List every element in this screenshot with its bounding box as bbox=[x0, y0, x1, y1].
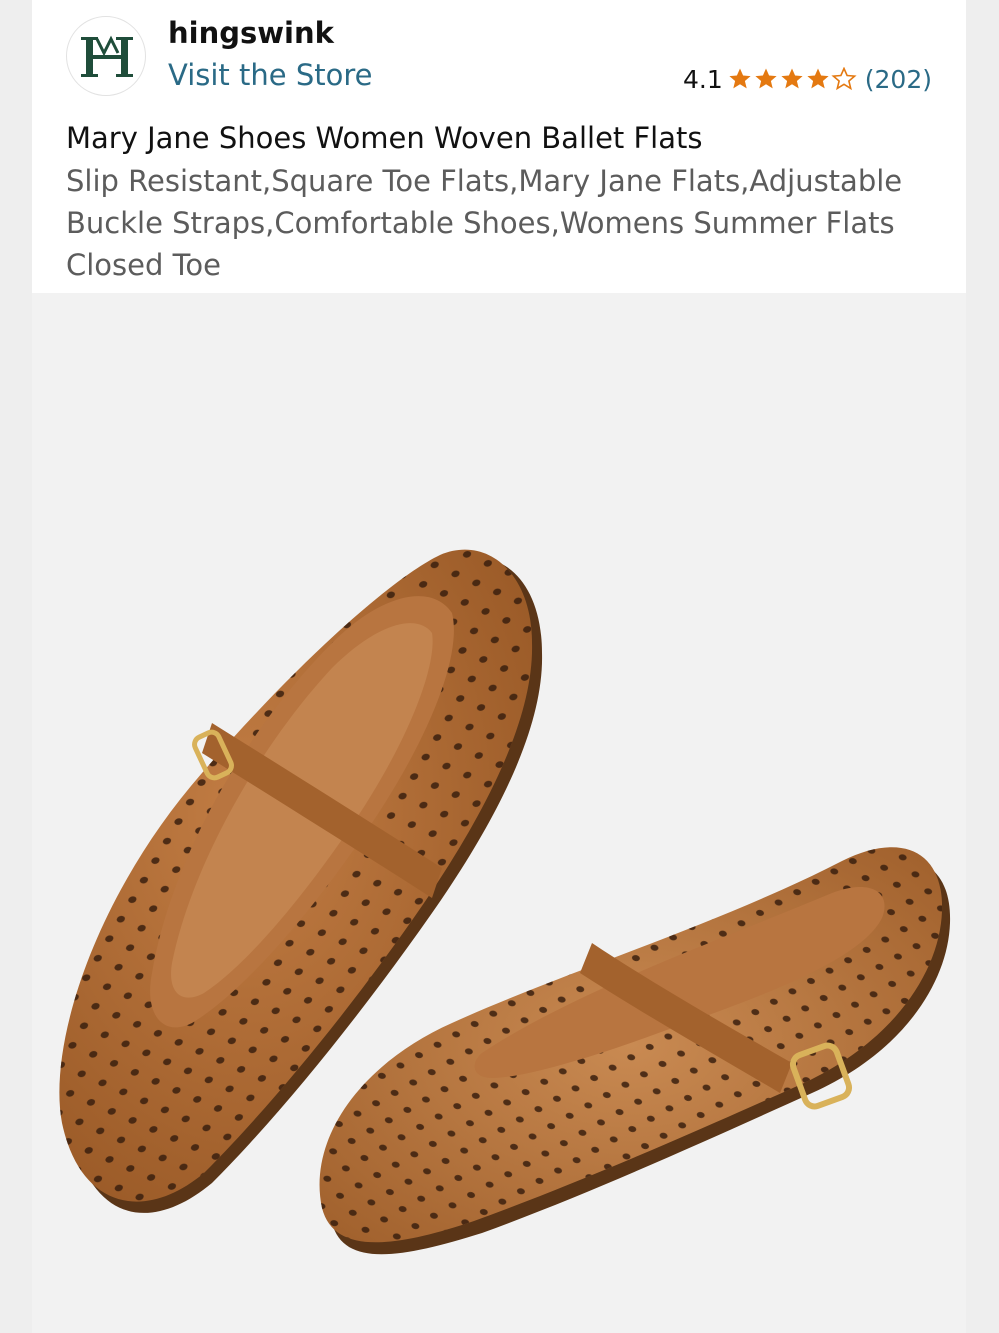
product-header-card: hingswink Visit the Store 4.1 (202) Mary… bbox=[32, 0, 966, 293]
hingswink-logo-icon[interactable] bbox=[66, 16, 146, 96]
logo-mark bbox=[81, 35, 133, 77]
visit-store-link[interactable]: Visit the Store bbox=[168, 58, 372, 92]
store-name[interactable]: hingswink bbox=[168, 16, 334, 50]
star-empty-icon bbox=[831, 67, 857, 91]
product-title: Mary Jane Shoes Women Woven Ballet Flats bbox=[66, 121, 703, 155]
review-count-link[interactable]: (202) bbox=[865, 65, 932, 94]
star-full-icon bbox=[781, 68, 803, 89]
product-image[interactable] bbox=[32, 293, 966, 1333]
rating-summary[interactable]: 4.1 (202) bbox=[683, 62, 932, 96]
rating-value: 4.1 bbox=[683, 64, 723, 94]
product-subtitle: Slip Resistant,Square Toe Flats,Mary Jan… bbox=[66, 164, 903, 282]
star-full-icon bbox=[807, 68, 829, 89]
star-rating[interactable] bbox=[727, 67, 857, 91]
star-full-icon bbox=[755, 68, 777, 89]
product-photo-brown-perforated-mary-jane-flats bbox=[59, 549, 951, 1255]
star-full-icon bbox=[729, 68, 751, 89]
product-page: hingswink Visit the Store 4.1 (202) Mary… bbox=[0, 0, 999, 1333]
